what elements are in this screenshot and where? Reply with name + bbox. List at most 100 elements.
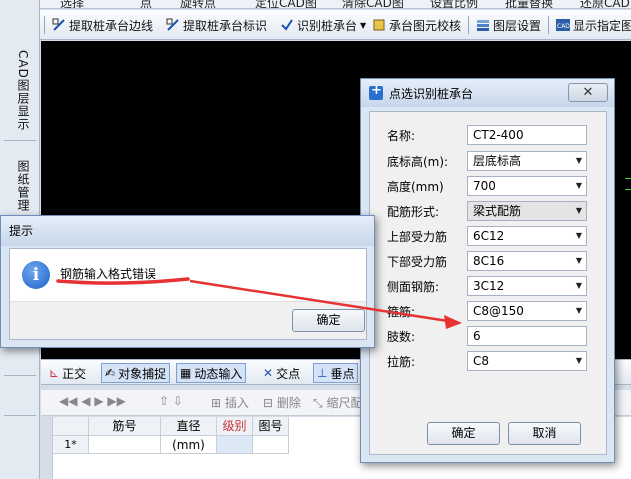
snap-icon: ✍ <box>105 366 116 380</box>
dynamic-input-label: 动态输入 <box>194 366 243 381</box>
error-message-box: 提示 i 钢筋输入格式错误 确定 <box>0 215 375 348</box>
delete-button[interactable]: ⊟ 删除 <box>263 394 301 411</box>
message-body: i 钢筋输入格式错误 确定 <box>9 248 367 340</box>
select-tool[interactable]: 选择 <box>60 0 84 8</box>
object-snap-toggle[interactable]: ✍ 对象捕捉 <box>101 363 171 383</box>
field-legs: 肢数: 6 <box>387 325 597 347</box>
message-title[interactable]: 提示 <box>1 216 374 246</box>
ok-button[interactable]: 确定 <box>427 422 500 445</box>
col-bar-no[interactable]: 筋号 <box>89 417 161 436</box>
field-label: 拉筋: <box>387 354 416 369</box>
insert-button[interactable]: ⊞ 插入 <box>211 394 249 411</box>
tab-drawing-management[interactable]: 图纸管理 <box>10 160 32 212</box>
move-icons[interactable]: ⇧ ⇩ <box>159 394 183 408</box>
dialog-title: 点选识别桩承台 <box>389 86 474 101</box>
clear-cad-tool[interactable]: 清除CAD图 <box>342 0 404 8</box>
bottom-bars-select[interactable]: 8C16 <box>467 251 587 271</box>
dynamic-input-icon: ▦ <box>180 366 192 380</box>
move-icon <box>369 83 383 100</box>
dynamic-input-toggle[interactable]: ▦ 动态输入 <box>176 363 247 383</box>
field-ties: 拉筋: C8 <box>387 350 597 372</box>
tab-cad-layers[interactable]: CAD图层显示 <box>10 50 32 131</box>
insert-icon: ⊞ <box>211 396 222 410</box>
table-cell[interactable] <box>253 436 289 454</box>
field-label: 箍筋: <box>387 304 416 319</box>
info-icon: i <box>22 261 50 289</box>
delete-label: 删除 <box>276 396 301 410</box>
reinforcement-type-select[interactable]: 梁式配筋 <box>467 201 587 221</box>
field-reinforcement-type: 配筋形式: 梁式配筋 <box>387 200 597 222</box>
field-height: 高度(mm) 700 <box>387 175 597 197</box>
perpendicular-toggle[interactable]: ⊥ 垂点 <box>313 363 359 383</box>
field-label: 侧面钢筋: <box>387 279 440 294</box>
dialog-title-bar[interactable]: 点选识别桩承台 ✕ <box>361 79 614 107</box>
rotate-point-tool[interactable]: 旋转点 <box>180 0 216 8</box>
message-footer: 确定 <box>10 301 366 339</box>
ortho-icon: ⊾ <box>49 366 60 380</box>
cancel-button[interactable]: 取消 <box>508 422 581 445</box>
close-button[interactable]: ✕ <box>568 83 608 102</box>
extract-edge-button[interactable]: 提取桩承台边线 <box>52 15 153 35</box>
main-toolbar: 提取桩承台边线 提取桩承台标识 识别桩承台 ▼ 承台图元校核 图层设置 CAD … <box>40 10 631 40</box>
table-cell[interactable] <box>89 436 161 454</box>
side-bars-select[interactable]: 3C12 <box>467 276 587 296</box>
legs-input[interactable]: 6 <box>467 326 587 346</box>
check-label: 承台图元校核 <box>389 18 462 33</box>
height-select[interactable]: 700 <box>467 176 587 196</box>
layer-settings-label: 图层设置 <box>493 18 542 33</box>
pile-cap-dialog: 点选识别桩承台 ✕ 名称: CT2-400 底标高(m): 层底标高 高度(mm… <box>360 78 615 463</box>
identify-icon <box>281 19 293 31</box>
stirrups-select[interactable]: C8@150 <box>467 301 587 321</box>
restore-cad-tool[interactable]: 还原CAD <box>580 0 630 8</box>
identify-label: 识别桩承台 <box>297 18 358 33</box>
ortho-toggle[interactable]: ⊾ 正交 <box>49 363 86 383</box>
bottom-elevation-select[interactable]: 层底标高 <box>467 151 587 171</box>
message-ok-button[interactable]: 确定 <box>292 309 365 332</box>
point-tool[interactable]: 点 <box>140 0 152 8</box>
field-stirrups: 箍筋: C8@150 <box>387 300 597 322</box>
insert-label: 插入 <box>224 396 249 410</box>
field-label: 底标高(m): <box>387 154 449 169</box>
set-scale-tool[interactable]: 设置比例 <box>430 0 478 8</box>
field-label: 名称: <box>387 128 416 143</box>
scale-button[interactable]: ⤡ 缩尺配 <box>313 394 362 411</box>
field-bottom-elevation: 底标高(m): 层底标高 <box>387 150 597 172</box>
intersection-icon: ✕ <box>263 366 274 380</box>
col-drawing-no[interactable]: 图号 <box>253 417 289 436</box>
row-header: 1* <box>53 436 89 454</box>
field-label: 配筋形式: <box>387 204 440 219</box>
nav-first-icon[interactable]: ◀◀ ◀ ▶ ▶▶ <box>59 394 126 408</box>
perpendicular-label: 垂点 <box>330 366 355 381</box>
cad-icon: CAD <box>556 19 570 31</box>
chevron-down-icon: ▼ <box>360 20 367 30</box>
batch-replace-tool[interactable]: 批量替换 <box>505 0 553 8</box>
ortho-label: 正交 <box>62 366 87 381</box>
check-elements-button[interactable]: 承台图元校核 <box>372 15 461 35</box>
dialog-body: 名称: CT2-400 底标高(m): 层底标高 高度(mm) 700 配筋形式… <box>369 111 607 455</box>
col-grade[interactable]: 级别 <box>217 417 253 436</box>
top-bars-select[interactable]: 6C12 <box>467 226 587 246</box>
layer-settings-button[interactable]: 图层设置 <box>476 15 541 35</box>
show-specified-label: 显示指定图 <box>573 18 631 33</box>
field-side-bars: 侧面钢筋: 3C12 <box>387 275 597 297</box>
scale-label: 缩尺配 <box>326 396 363 410</box>
field-name: 名称: CT2-400 <box>387 124 597 146</box>
extract-mark-label: 提取桩承台标识 <box>183 18 268 33</box>
field-top-bars: 上部受力筋 6C12 <box>387 225 597 247</box>
extract-mark-button[interactable]: 提取桩承台标识 <box>166 15 267 35</box>
name-input[interactable]: CT2-400 <box>467 125 587 145</box>
table-cell[interactable] <box>217 436 253 454</box>
table-cell[interactable] <box>161 436 217 454</box>
show-specified-button[interactable]: CAD 显示指定图 <box>556 15 631 35</box>
table-corner <box>53 417 89 436</box>
field-label: 上部受力筋 <box>387 229 448 244</box>
message-text: 钢筋输入格式错误 <box>60 267 157 281</box>
col-diameter[interactable]: 直径(mm) <box>161 417 217 452</box>
field-label: 下部受力筋 <box>387 254 448 269</box>
top-toolbar-row: 选择 点 旋转点 定位CAD图 清除CAD图 设置比例 批量替换 还原CAD <box>0 0 631 9</box>
locate-cad-tool[interactable]: 定位CAD图 <box>255 0 317 8</box>
intersection-toggle[interactable]: ✕ 交点 <box>263 363 300 383</box>
identify-pile-cap-button[interactable]: 识别桩承台 ▼ <box>280 15 366 35</box>
ties-select[interactable]: C8 <box>467 351 587 371</box>
extract-mark-icon <box>166 18 179 31</box>
